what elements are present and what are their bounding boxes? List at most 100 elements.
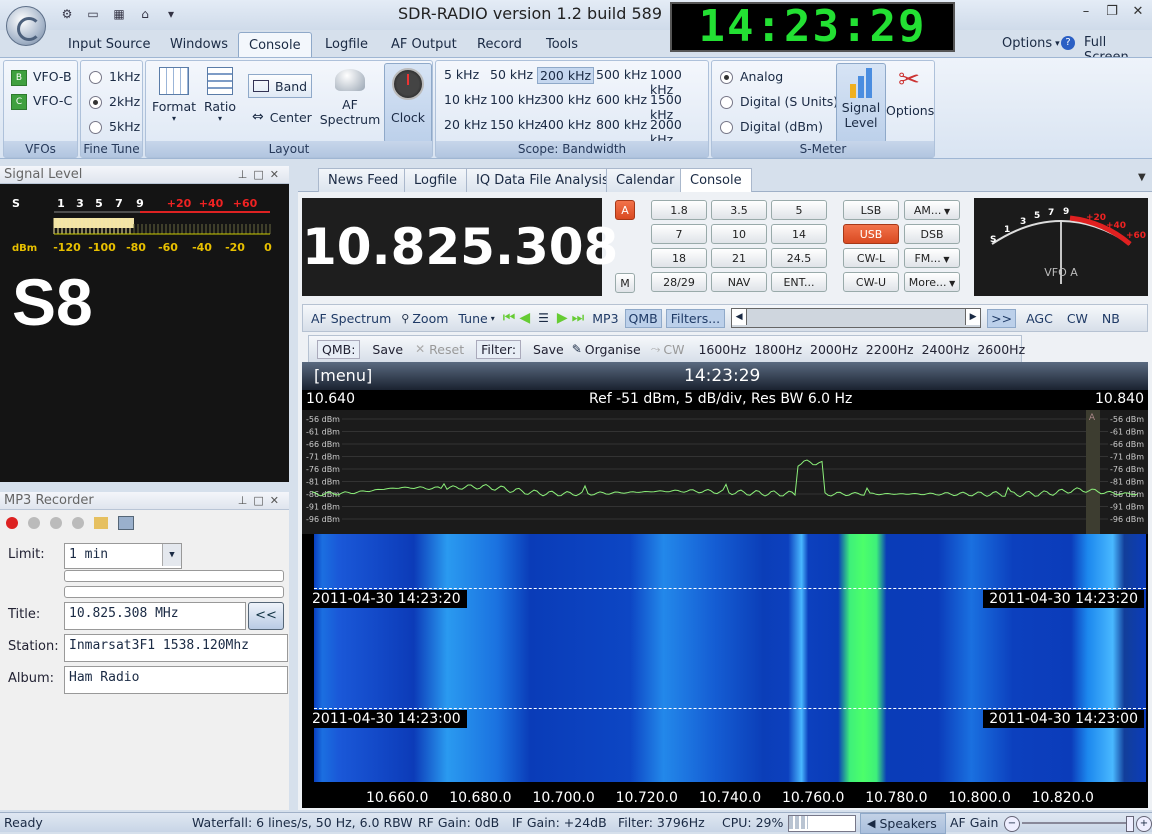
- clock-button[interactable]: Clock: [384, 63, 432, 143]
- limit-select[interactable]: 1 min ▼: [64, 543, 182, 569]
- calendar-icon[interactable]: ▦: [110, 6, 128, 22]
- agc-tool[interactable]: AGC: [1026, 311, 1053, 326]
- fine-tune-1khz[interactable]: 1kHz: [89, 69, 140, 84]
- nb-tool[interactable]: NB: [1102, 311, 1120, 326]
- mode-key[interactable]: LSB: [843, 200, 899, 220]
- customize-dropdown-icon[interactable]: ▾: [162, 6, 180, 22]
- tab-tools[interactable]: Tools: [536, 32, 588, 57]
- bandwidth-option[interactable]: 150 kHz: [490, 117, 541, 132]
- maximize-button[interactable]: ❐: [1100, 4, 1124, 22]
- scroll-right-icon[interactable]: ▶: [965, 309, 981, 325]
- band-key[interactable]: 5: [771, 200, 827, 220]
- tab-logfile[interactable]: Logfile: [315, 32, 378, 57]
- scroll-left-icon[interactable]: ◀: [732, 309, 748, 325]
- settings-icon[interactable]: [118, 516, 134, 530]
- rewind-icon[interactable]: [50, 517, 62, 529]
- mode-key[interactable]: More... ▼: [904, 272, 960, 292]
- qmb-save-button[interactable]: Save: [372, 342, 403, 357]
- band-key[interactable]: 7: [651, 224, 707, 244]
- mode-key[interactable]: FM... ▼: [904, 248, 960, 268]
- qmb-tool[interactable]: QMB: [624, 308, 662, 328]
- album-input[interactable]: Ham Radio: [64, 666, 288, 694]
- tab-console-doc[interactable]: Console: [680, 168, 752, 192]
- af-gain-slider[interactable]: [1022, 822, 1132, 824]
- af-gain-decrease-icon[interactable]: −: [1004, 816, 1020, 832]
- bandwidth-option[interactable]: 200 kHz: [537, 67, 595, 84]
- application-orb-button[interactable]: [6, 6, 46, 46]
- home-icon[interactable]: ⌂: [136, 6, 154, 22]
- mp3-tool[interactable]: MP3: [592, 311, 618, 326]
- tab-console[interactable]: Console: [238, 32, 312, 57]
- filter-preset-2600[interactable]: 2600Hz: [977, 342, 1025, 357]
- tab-calendar[interactable]: Calendar: [606, 168, 685, 192]
- copy-frequency-button[interactable]: <<: [248, 602, 284, 630]
- filter-save-button[interactable]: Save: [533, 342, 564, 357]
- pane-controls[interactable]: ⊥□✕: [238, 168, 285, 181]
- band-key[interactable]: 18: [651, 248, 707, 268]
- tab-logfile-doc[interactable]: Logfile: [404, 168, 468, 192]
- tab-news-feed[interactable]: News Feed: [318, 168, 409, 192]
- filters-tool[interactable]: Filters...: [665, 308, 726, 328]
- memory-button[interactable]: M: [615, 273, 635, 293]
- af-gain-slider-thumb[interactable]: [1126, 816, 1134, 832]
- af-spectrum-tool[interactable]: AF Spectrum: [311, 311, 391, 326]
- band-button[interactable]: Band: [248, 74, 312, 98]
- filter-preset-1600[interactable]: 1600Hz: [698, 342, 746, 357]
- options-menu[interactable]: Options ▾: [1002, 36, 1060, 51]
- record-icon[interactable]: [6, 517, 18, 529]
- fine-tune-5khz[interactable]: 5kHz: [89, 119, 140, 134]
- band-key[interactable]: 3.5: [711, 200, 767, 220]
- tab-af-output[interactable]: AF Output: [381, 32, 467, 57]
- bandwidth-option[interactable]: 100 kHz: [490, 92, 541, 107]
- bandwidth-option[interactable]: 500 kHz: [596, 67, 647, 82]
- frequency-display[interactable]: 10.825.308: [302, 198, 618, 296]
- pause-icon[interactable]: [72, 517, 84, 529]
- tab-iq-data-file-analysis[interactable]: IQ Data File Analysis: [466, 168, 619, 192]
- af-spectrum-button[interactable]: AF Spectrum: [318, 65, 382, 127]
- smeter-digital-dbm-option[interactable]: Digital (dBm): [720, 119, 823, 134]
- filter-preset-2000[interactable]: 2000Hz: [810, 342, 858, 357]
- tuning-scrollbar[interactable]: ◀ ▶: [731, 308, 982, 328]
- help-icon[interactable]: ?: [1061, 36, 1075, 50]
- bandwidth-option[interactable]: 400 kHz: [540, 117, 591, 132]
- zoom-tool[interactable]: Zoom: [412, 311, 448, 326]
- qmb-reset-button[interactable]: Reset: [429, 342, 464, 357]
- step-forward-icon[interactable]: ▶: [557, 310, 568, 326]
- folder-icon[interactable]: [94, 517, 108, 529]
- filter-preset-2200[interactable]: 2200Hz: [866, 342, 914, 357]
- filter-preset-1800[interactable]: 1800Hz: [754, 342, 802, 357]
- list-icon[interactable]: ☰: [538, 311, 549, 325]
- window-icon[interactable]: ▭: [84, 6, 102, 22]
- tab-list-dropdown-icon[interactable]: ▼: [1138, 172, 1146, 183]
- bandwidth-option[interactable]: 300 kHz: [540, 92, 591, 107]
- spectrum-menu-button[interactable]: [menu]: [314, 366, 372, 385]
- stop-icon[interactable]: [28, 517, 40, 529]
- band-key[interactable]: 10: [711, 224, 767, 244]
- signal-level-button[interactable]: Signal Level: [836, 63, 886, 143]
- skip-back-icon[interactable]: ⏮: [503, 310, 516, 326]
- station-input[interactable]: Inmarsat3F1 1538.120Mhz: [64, 634, 288, 662]
- bandwidth-option[interactable]: 600 kHz: [596, 92, 647, 107]
- minimize-button[interactable]: –: [1074, 4, 1098, 22]
- cw-tool[interactable]: CW: [1067, 311, 1088, 326]
- spectrum-display[interactable]: [menu] 14:23:29 10.640 Ref -51 dBm, 5 dB…: [302, 362, 1148, 808]
- mode-key[interactable]: DSB: [904, 224, 960, 244]
- fine-tune-2khz[interactable]: 2kHz: [89, 94, 140, 109]
- mode-key[interactable]: CW-L: [843, 248, 899, 268]
- center-button[interactable]: ⇔ Center: [252, 109, 312, 125]
- bandwidth-option[interactable]: 10 kHz: [444, 92, 487, 107]
- band-key[interactable]: 24.5: [771, 248, 827, 268]
- af-gain-increase-icon[interactable]: +: [1136, 816, 1152, 832]
- smeter-options-button[interactable]: ✂ Options: [886, 65, 934, 118]
- bandwidth-option[interactable]: 5 kHz: [444, 67, 479, 82]
- band-key[interactable]: 28/29: [651, 272, 707, 292]
- filter-preset-2400[interactable]: 2400Hz: [922, 342, 970, 357]
- band-key[interactable]: 1.8: [651, 200, 707, 220]
- band-key[interactable]: 14: [771, 224, 827, 244]
- band-key[interactable]: ENT...: [771, 272, 827, 292]
- speakers-button[interactable]: ◀ Speakers: [860, 813, 946, 834]
- bandwidth-option[interactable]: 50 kHz: [490, 67, 533, 82]
- vfo-a-button[interactable]: A: [615, 200, 635, 220]
- band-key[interactable]: 21: [711, 248, 767, 268]
- smeter-analog-option[interactable]: Analog: [720, 69, 783, 84]
